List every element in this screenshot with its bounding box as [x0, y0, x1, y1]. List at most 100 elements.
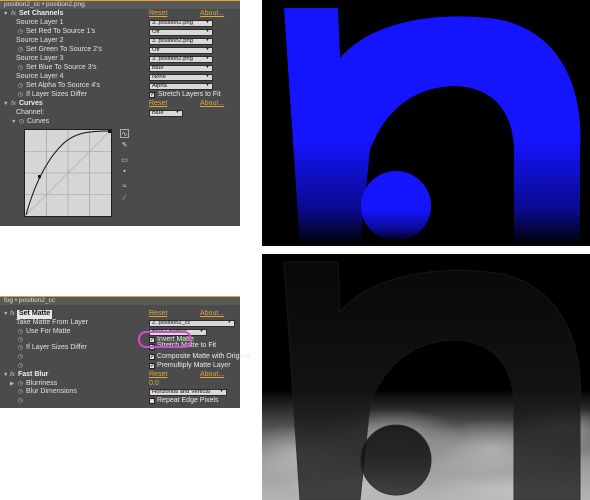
stretch-layers-checkbox[interactable]: ✓ — [149, 92, 155, 98]
dropdown-arrow-icon: ▼ — [205, 29, 210, 34]
source-layer-2-row: Source Layer 2 3. position2.png ▼ — [0, 37, 240, 46]
if-layer-sizes-row: ◷ If Layer Sizes Differ ✓ Stretch Matte … — [0, 342, 240, 353]
about-link[interactable]: About... — [200, 10, 224, 19]
param-label: Channel: — [16, 109, 45, 116]
param-label: Source Layer 4 — [16, 73, 64, 80]
dropdown-arrow-icon: ▼ — [205, 56, 210, 61]
dropdown-arrow-icon: ▼ — [199, 329, 204, 334]
dropdown-arrow-icon: ▼ — [205, 47, 210, 52]
set-channels-header[interactable]: ▼ fx Set Channels Reset About... — [0, 10, 240, 19]
dropdown-arrow-icon: ▼ — [205, 65, 210, 70]
set-blue-dropdown[interactable]: Blue ▼ — [149, 65, 213, 72]
fx-icon[interactable]: fx — [10, 371, 15, 380]
about-link[interactable]: About... — [200, 100, 224, 109]
dropdown-arrow-icon: ▼ — [205, 20, 210, 25]
set-green-dropdown[interactable]: Off ▼ — [149, 47, 213, 54]
curve-tool-icon[interactable]: ∿ — [120, 129, 129, 138]
dropdown-arrow-icon: ▼ — [227, 320, 232, 325]
source-layer-3-dropdown[interactable]: 3. position2.png ▼ — [149, 56, 213, 63]
smooth-icon[interactable]: ≈ — [120, 182, 129, 191]
fx-icon[interactable]: fx — [11, 100, 16, 109]
set-alpha-row: ◷ Set Alpha To Source 4's Alpha ▼ — [0, 82, 240, 91]
stopwatch-icon[interactable]: ◷ — [18, 118, 25, 127]
set-alpha-dropdown[interactable]: Alpha ▼ — [149, 83, 213, 90]
source-layer-4-dropdown[interactable]: None ▼ — [149, 74, 213, 81]
stopwatch-icon[interactable]: ◷ — [17, 64, 24, 73]
source-layer-3-row: Source Layer 3 3. position2.png ▼ — [0, 55, 240, 64]
checkbox-label: Stretch Layers to Fit — [158, 91, 221, 98]
set-matte-header[interactable]: ▼ fx Set Matte Reset About... — [0, 310, 240, 319]
pencil-tool-icon[interactable]: ✎ — [120, 141, 129, 150]
param-label: Set Red To Source 1's — [26, 28, 96, 35]
blur-dimensions-dropdown[interactable]: Horizontal and Vertical ▼ — [149, 389, 227, 396]
fog-render — [262, 254, 590, 500]
effect-title-fast-blur: Fast Blur — [18, 371, 49, 378]
fx-icon[interactable]: fx — [11, 10, 16, 19]
stopwatch-icon[interactable]: ◷ — [17, 46, 24, 55]
take-matte-row: Take Matte From Layer 2. position2_cc ▼ — [0, 319, 240, 328]
set-red-row: ◷ Set Red To Source 1's Off ▼ — [0, 28, 240, 37]
save-icon[interactable]: ▪ — [120, 167, 129, 176]
curve-svg[interactable] — [24, 129, 112, 217]
stopwatch-icon[interactable]: ◷ — [17, 397, 24, 406]
dropdown-arrow-icon: ▼ — [219, 389, 224, 394]
reset-curve-icon[interactable]: ∕ — [120, 194, 129, 203]
dropdown-arrow-icon: ▼ — [205, 83, 210, 88]
dropdown-arrow-icon: ▼ — [175, 110, 180, 115]
reset-link[interactable]: Reset — [149, 310, 167, 319]
param-label: Take Matte From Layer — [16, 319, 88, 326]
source-layer-1-row: Source Layer 1 3. position2.png ▼ — [0, 19, 240, 28]
composite-row: ◷ ✓ Composite Matte with Original — [0, 353, 250, 362]
curves-param-row: ▼ ◷ Curves — [0, 118, 240, 127]
channel-dropdown[interactable]: Blue ▼ — [149, 110, 183, 117]
fast-blur-header[interactable]: ▼ fx Fast Blur Reset About... — [0, 371, 240, 380]
open-folder-icon[interactable]: ▭ — [120, 156, 129, 165]
reset-link[interactable]: Reset — [149, 100, 167, 109]
reset-link[interactable]: Reset — [149, 10, 167, 19]
effect-controls-panel-bottom: fog • position2_cc ▼ fx Set Matte Reset … — [0, 296, 250, 408]
set-green-row: ◷ Set Green To Source 2's Off ▼ — [0, 46, 240, 55]
stopwatch-icon[interactable]: ◷ — [17, 388, 24, 397]
stopwatch-icon[interactable]: ◷ — [17, 91, 24, 100]
collapse-triangle-icon[interactable]: ▼ — [3, 100, 8, 109]
stopwatch-icon[interactable]: ◷ — [17, 362, 24, 371]
param-label: Source Layer 3 — [16, 55, 64, 62]
fx-icon[interactable]: fx — [10, 310, 15, 319]
set-red-dropdown[interactable]: Off ▼ — [149, 29, 213, 36]
invert-matte-highlight-annotation — [138, 331, 192, 348]
source-layer-1-dropdown[interactable]: 3. position2.png ▼ — [149, 20, 213, 27]
reset-link[interactable]: Reset — [149, 371, 167, 380]
panel-tab[interactable]: fog • position2_cc — [0, 296, 240, 305]
collapse-triangle-icon[interactable]: ▼ — [11, 118, 16, 127]
channel-row: Channel: Blue ▼ — [0, 109, 240, 118]
collapse-triangle-icon[interactable]: ▼ — [3, 371, 8, 380]
param-label: Source Layer 1 — [16, 19, 64, 26]
blur-dimensions-row: ◷ Blur Dimensions Horizontal and Vertica… — [0, 388, 240, 397]
premultiply-checkbox[interactable]: ✓ — [149, 363, 155, 369]
collapse-triangle-icon[interactable]: ▼ — [3, 310, 8, 319]
repeat-edge-checkbox[interactable] — [149, 398, 155, 404]
dropdown-arrow-icon: ▼ — [205, 74, 210, 79]
take-matte-dropdown[interactable]: 2. position2_cc ▼ — [149, 320, 235, 327]
effect-title-set-matte: Set Matte — [17, 310, 53, 319]
about-link[interactable]: About... — [200, 371, 224, 380]
stopwatch-icon[interactable]: ◷ — [17, 344, 24, 353]
curves-header[interactable]: ▼ fx Curves Reset About... — [0, 100, 240, 109]
composite-checkbox[interactable]: ✓ — [149, 354, 155, 360]
panel-tab[interactable]: position2_cc • position2.png — [0, 0, 240, 9]
composition-viewer-blue[interactable] — [262, 0, 590, 246]
about-link[interactable]: About... — [200, 310, 224, 319]
stopwatch-icon[interactable]: ◷ — [17, 28, 24, 37]
curve-graph[interactable] — [24, 129, 112, 217]
param-label: If Layer Sizes Differ — [26, 344, 87, 351]
stopwatch-icon[interactable]: ◷ — [17, 353, 24, 362]
set-blue-row: ◷ Set Blue To Source 3's Blue ▼ — [0, 64, 240, 73]
collapse-triangle-icon[interactable]: ▼ — [3, 10, 8, 19]
source-layer-2-dropdown[interactable]: 3. position2.png ▼ — [149, 38, 213, 45]
checkbox-label: Composite Matte with Original — [157, 353, 251, 360]
composition-viewer-fog[interactable] — [262, 254, 590, 500]
stopwatch-icon[interactable]: ◷ — [17, 82, 24, 91]
dropdown-arrow-icon: ▼ — [205, 38, 210, 43]
checkbox-label: Repeat Edge Pixels — [157, 397, 219, 404]
repeat-edge-row: ◷ Repeat Edge Pixels — [0, 397, 240, 406]
